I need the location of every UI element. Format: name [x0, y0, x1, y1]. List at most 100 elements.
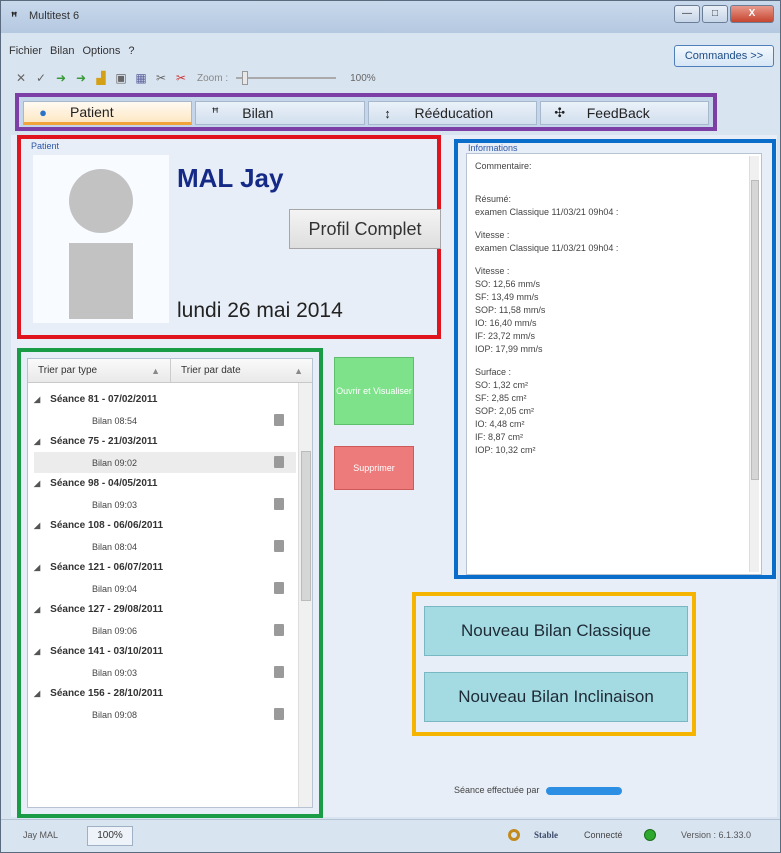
menu-help[interactable]: ?: [128, 45, 134, 63]
informations-panel: Informations Commentaire: Résumé: examen C…: [454, 139, 776, 579]
scissors-icon[interactable]: ✂: [153, 70, 169, 86]
bilan-item[interactable]: Bilan 09:03: [34, 494, 296, 515]
trash-icon[interactable]: [274, 456, 284, 468]
export-icon[interactable]: ▦: [133, 70, 149, 86]
session-node[interactable]: ◢ Séance 108 - 06/06/2011: [34, 515, 296, 536]
session-node[interactable]: ◢ Séance 121 - 06/07/2011: [34, 557, 296, 578]
session-node[interactable]: ◢ Séance 81 - 07/02/2011: [34, 389, 296, 410]
feet-icon: ꟸ: [211, 105, 220, 120]
new-bilan-classic-button[interactable]: Nouveau Bilan Classique: [424, 606, 688, 656]
bilan-item[interactable]: Bilan 09:04: [34, 578, 296, 599]
bilan-item[interactable]: Bilan 09:03: [34, 662, 296, 683]
open-visualize-button[interactable]: Ouvrir et Visualiser: [334, 357, 414, 425]
session-title: Séance 98 - 04/05/2011: [50, 478, 158, 489]
expand-arrow-icon[interactable]: ◢: [34, 605, 40, 614]
sessions-scrollbar-thumb[interactable]: [301, 451, 311, 601]
trash-icon[interactable]: [274, 582, 284, 594]
trash-icon[interactable]: [274, 414, 284, 426]
zoom-slider[interactable]: [236, 71, 337, 85]
status-connected: Connecté: [584, 830, 623, 840]
bilan-item[interactable]: Bilan 08:54: [34, 410, 296, 431]
bilan-item[interactable]: Bilan 09:06: [34, 620, 296, 641]
green-arrow-icon[interactable]: ➜: [73, 70, 89, 86]
patient-group-label: Patient: [31, 141, 60, 151]
patient-date: lundi 26 mai 2014: [177, 299, 343, 322]
session-node[interactable]: ◢ Séance 98 - 04/05/2011: [34, 473, 296, 494]
status-version: Version : 6.1.33.0: [681, 830, 752, 840]
zoom-slider-thumb[interactable]: [241, 71, 248, 85]
maximize-button[interactable]: □: [702, 5, 728, 23]
sort-by-date-button[interactable]: Trier par date ▲: [171, 359, 312, 382]
info-line: SOP: 2,05 cm²: [475, 406, 535, 416]
sessions-list: Trier par type ▲ Trier par date ▲ ◢ Séanc…: [27, 358, 313, 808]
session-node[interactable]: ◢ Séance 141 - 03/10/2011: [34, 641, 296, 662]
trash-icon[interactable]: [274, 624, 284, 636]
green-arrow-icon[interactable]: ➜: [53, 70, 69, 86]
profile-complete-button[interactable]: Profil Complet: [289, 209, 441, 249]
trash-icon[interactable]: [274, 498, 284, 510]
redacted-name-scribble: [545, 786, 622, 795]
menu-fichier[interactable]: Fichier: [9, 45, 42, 63]
tab-reeducation[interactable]: ↕ Rééducation: [367, 101, 537, 125]
info-line: examen Classique 11/03/21 09h04 :: [475, 243, 619, 253]
expand-arrow-icon[interactable]: ◢: [34, 479, 40, 488]
expand-arrow-icon[interactable]: ◢: [34, 521, 40, 530]
new-bilan-inclination-button[interactable]: Nouveau Bilan Inclinaison: [424, 672, 688, 722]
menu-bilan[interactable]: Bilan: [50, 45, 74, 63]
minimize-button[interactable]: —: [674, 5, 700, 23]
session-node[interactable]: ◢ Séance 156 - 28/10/2011: [34, 683, 296, 704]
sort-by-type-label: Trier par type: [38, 365, 98, 376]
info-line: SF: 13,49 mm/s: [475, 292, 539, 302]
tab-label: Patient: [70, 104, 114, 120]
scissors-red-icon[interactable]: ✂: [173, 70, 189, 86]
expand-arrow-icon[interactable]: ◢: [34, 563, 40, 572]
tab-patient[interactable]: ● Patient: [23, 101, 193, 125]
bilan-label: Bilan 09:02: [92, 457, 138, 468]
session-performed-by-label: Séance effectuée par: [454, 785, 540, 795]
session-node[interactable]: ◢ Séance 75 - 21/03/2011: [34, 431, 296, 452]
informations-scrollbar[interactable]: [749, 156, 759, 572]
tab-feedback[interactable]: ✣ FeedBack: [539, 101, 709, 125]
sessions-scrollbar[interactable]: [298, 383, 312, 807]
informations-text[interactable]: Commentaire: Résumé: examen Classique 11/0…: [466, 153, 762, 575]
menu-bar: Fichier Bilan Options ?: [9, 45, 135, 63]
close-button[interactable]: X: [730, 5, 774, 23]
commands-button[interactable]: Commandes >>: [674, 45, 774, 67]
check-icon[interactable]: ✓: [33, 70, 49, 86]
sort-by-type-button[interactable]: Trier par type ▲: [28, 359, 171, 382]
menu-options[interactable]: Options: [82, 45, 120, 63]
expand-arrow-icon[interactable]: ◢: [34, 437, 40, 446]
session-title: Séance 75 - 21/03/2011: [50, 436, 158, 447]
avatar-head: [69, 169, 133, 233]
expand-arrow-icon[interactable]: ◢: [34, 689, 40, 698]
informations-scrollbar-thumb[interactable]: [751, 180, 759, 480]
pin-icon[interactable]: ✕: [13, 70, 29, 86]
printer-icon[interactable]: ▣: [113, 70, 129, 86]
chart-icon[interactable]: ▟: [93, 70, 109, 86]
trash-icon[interactable]: [274, 708, 284, 720]
session-node[interactable]: ◢ Séance 127 - 29/08/2011: [34, 599, 296, 620]
patient-name: MAL Jay: [177, 163, 284, 193]
tab-bilan[interactable]: ꟸ Bilan: [195, 101, 365, 125]
expand-arrow-icon[interactable]: ◢: [34, 395, 40, 404]
delete-button[interactable]: Supprimer: [334, 446, 414, 490]
status-zoom-button[interactable]: 100%: [87, 826, 133, 846]
exercise-icon: ↕: [384, 105, 391, 121]
trash-icon[interactable]: [274, 540, 284, 552]
zoom-value: 100%: [350, 72, 376, 84]
expand-arrow-icon[interactable]: ◢: [34, 647, 40, 656]
title-bar[interactable]: ꟸ Multitest 6 — □ X: [1, 1, 780, 33]
info-line: IOP: 17,99 mm/s: [475, 344, 543, 354]
trash-icon[interactable]: [274, 666, 284, 678]
bilan-item[interactable]: Bilan 08:04: [34, 536, 296, 557]
session-title: Séance 81 - 07/02/2011: [50, 394, 158, 405]
informations-lines: Commentaire: Résumé: examen Classique 11/0…: [475, 160, 753, 457]
bilan-label: Bilan 08:04: [92, 541, 138, 552]
bilan-item[interactable]: Bilan 09:08: [34, 704, 296, 725]
app-logo-icon: ꟸ: [11, 11, 18, 23]
bilan-item[interactable]: Bilan 09:02: [34, 452, 296, 473]
